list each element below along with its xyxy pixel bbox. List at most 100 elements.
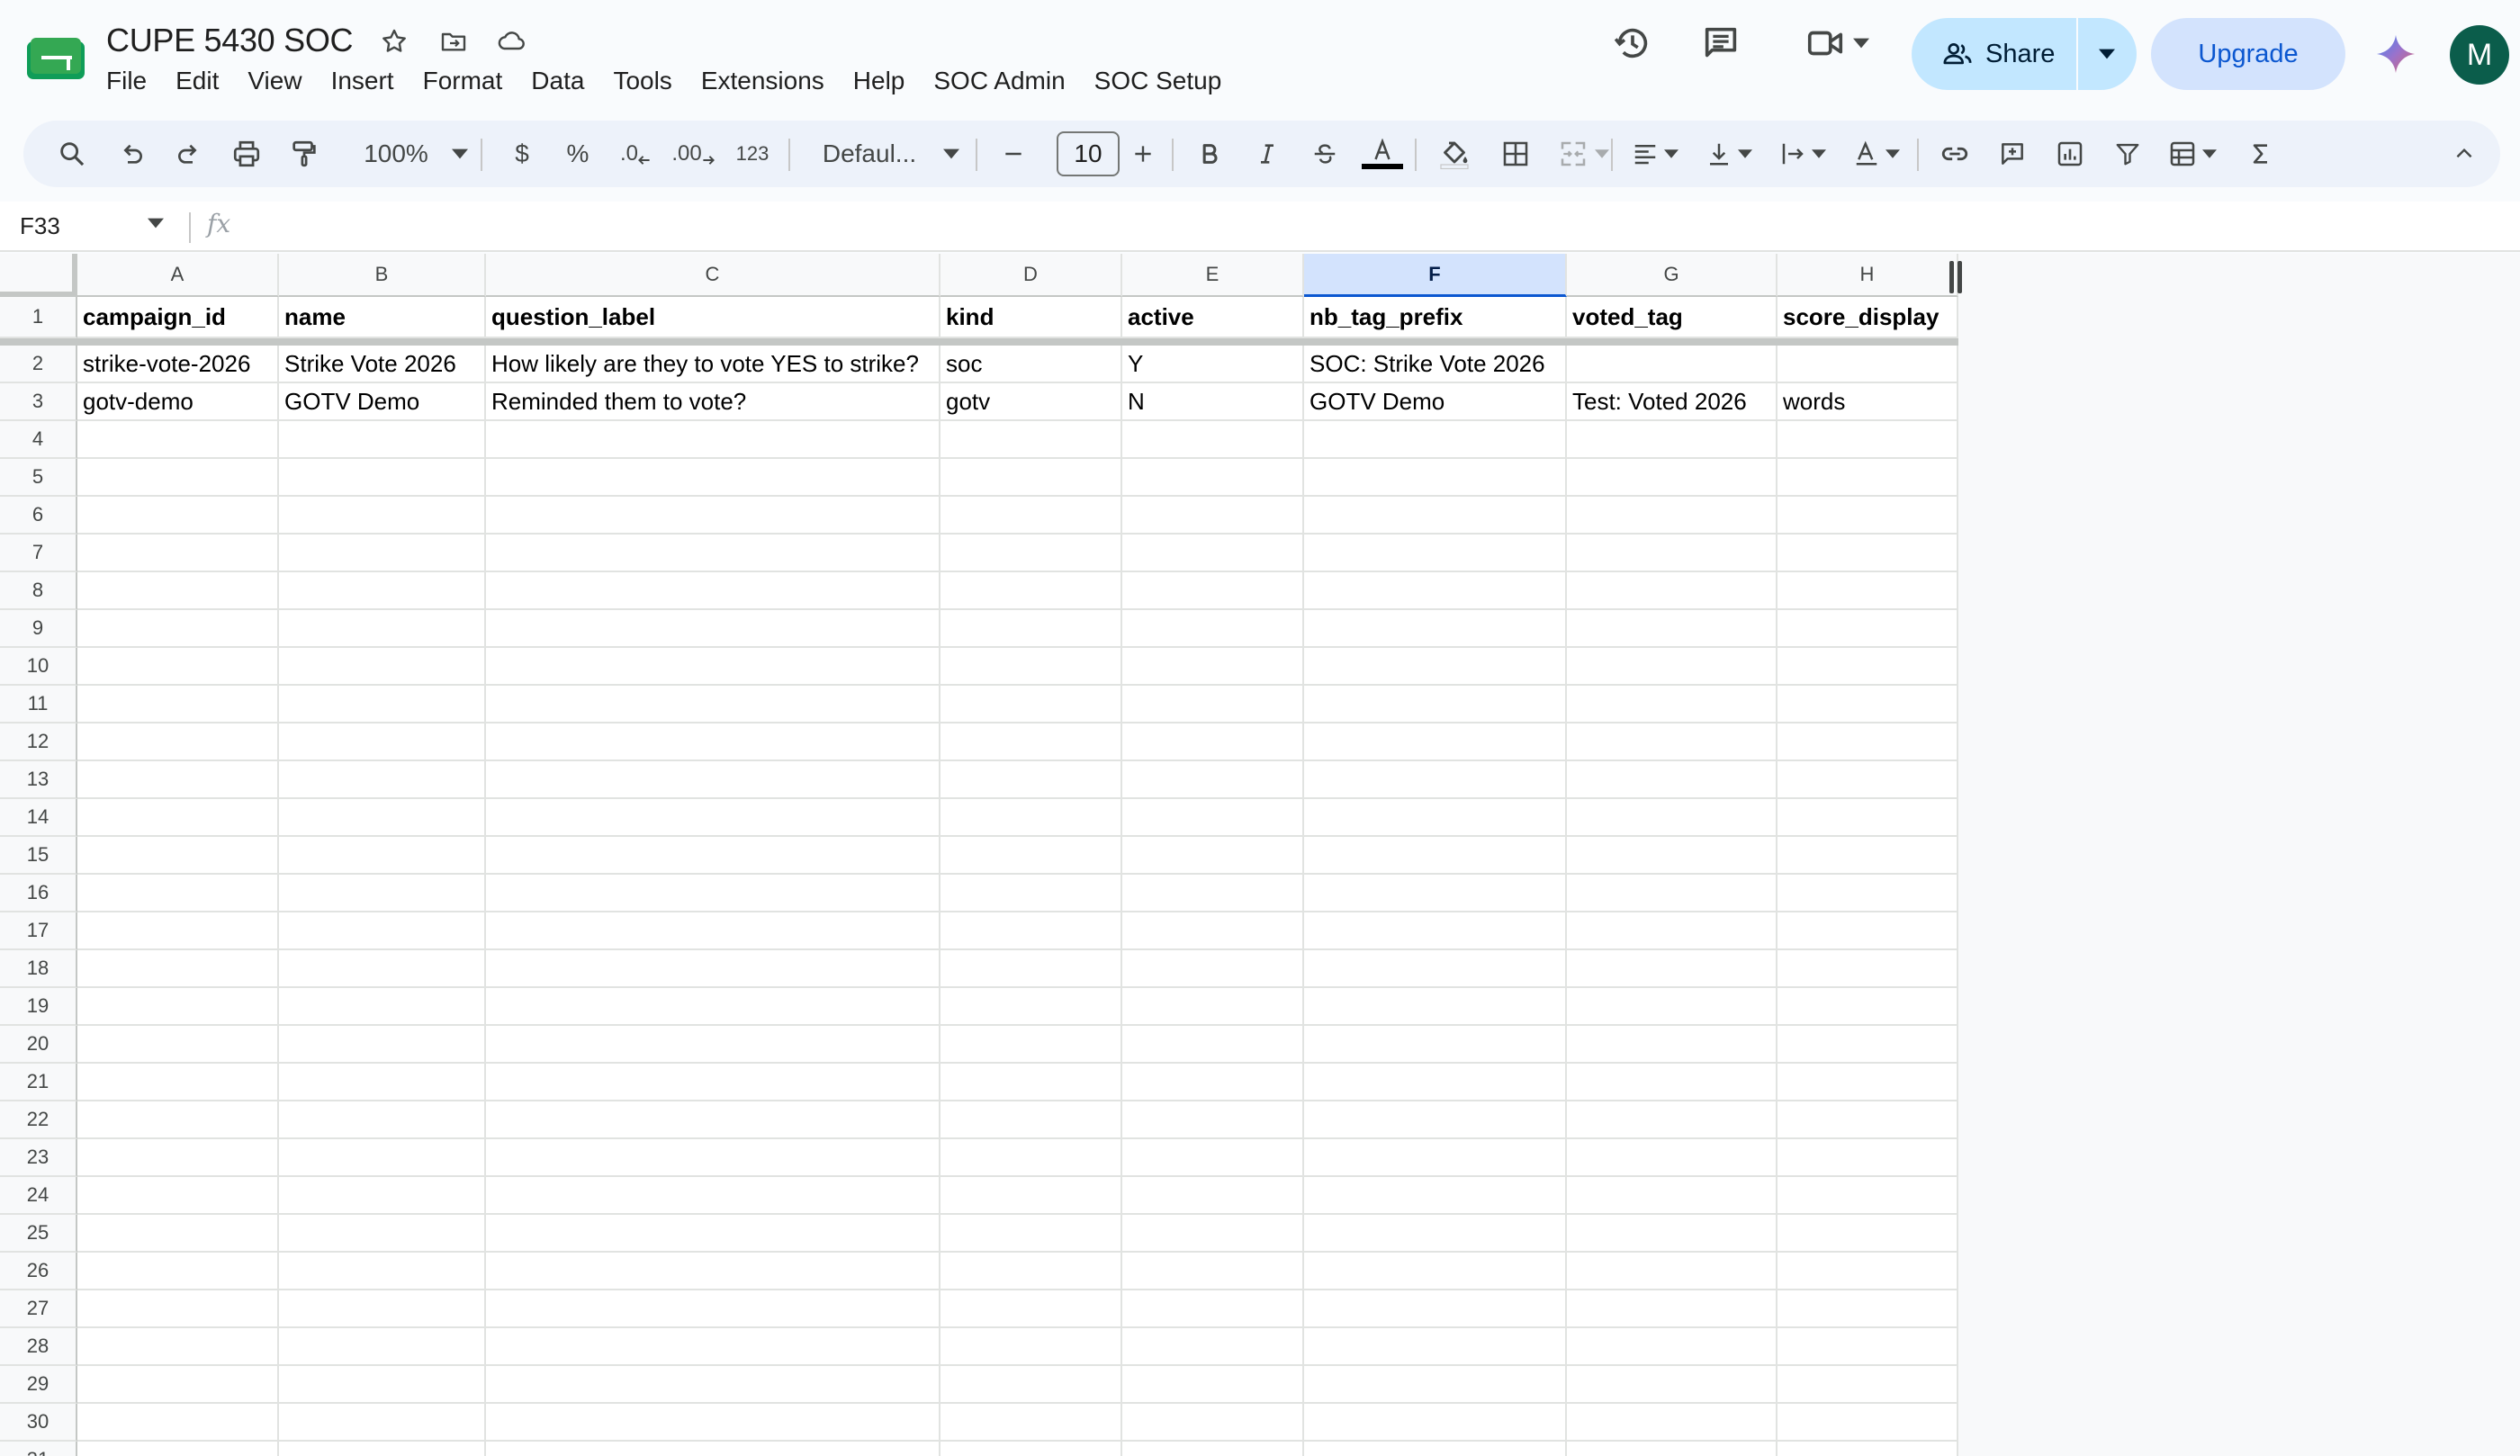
cell-h4[interactable]	[1778, 421, 1958, 459]
cell-e25[interactable]	[1122, 1215, 1304, 1253]
cell-c31[interactable]	[486, 1442, 940, 1456]
row-header-3[interactable]: 3	[0, 383, 77, 421]
cell-g2[interactable]	[1567, 346, 1778, 383]
menu-format[interactable]: Format	[409, 63, 518, 101]
cell-a1[interactable]: campaign_id	[77, 297, 279, 338]
cell-a12[interactable]	[77, 724, 279, 761]
cell-f18[interactable]	[1304, 950, 1567, 988]
cell-d1[interactable]: kind	[940, 297, 1122, 338]
cell-g8[interactable]	[1567, 572, 1778, 610]
cell-g7[interactable]	[1567, 535, 1778, 572]
cell-d16[interactable]	[940, 875, 1122, 912]
merge-cells-icon[interactable]	[1548, 128, 1620, 180]
cell-h30[interactable]	[1778, 1404, 1958, 1442]
row-header-23[interactable]: 23	[0, 1139, 77, 1177]
cell-f30[interactable]	[1304, 1404, 1567, 1442]
menu-tools[interactable]: Tools	[598, 63, 686, 101]
menu-file[interactable]: File	[92, 63, 161, 101]
cell-h13[interactable]	[1778, 761, 1958, 799]
column-header-d[interactable]: D	[940, 254, 1122, 297]
cell-b27[interactable]	[279, 1290, 486, 1328]
cell-c20[interactable]	[486, 1026, 940, 1064]
collapse-toolbar-chevron-up-icon[interactable]	[2441, 128, 2488, 180]
row-header-22[interactable]: 22	[0, 1101, 77, 1139]
cell-c1[interactable]: question_label	[486, 297, 940, 338]
cloud-saved-icon[interactable]	[493, 23, 529, 59]
cell-g31[interactable]	[1567, 1442, 1778, 1456]
vertical-align-icon[interactable]	[1697, 128, 1760, 180]
row-header-30[interactable]: 30	[0, 1404, 77, 1442]
cell-f24[interactable]	[1304, 1177, 1567, 1215]
cell-h24[interactable]	[1778, 1177, 1958, 1215]
row-header-26[interactable]: 26	[0, 1253, 77, 1290]
cell-e26[interactable]	[1122, 1253, 1304, 1290]
cell-e4[interactable]	[1122, 421, 1304, 459]
cell-b24[interactable]	[279, 1177, 486, 1215]
cell-d23[interactable]	[940, 1139, 1122, 1177]
text-rotation-icon[interactable]	[1845, 128, 1908, 180]
cell-f26[interactable]	[1304, 1253, 1567, 1290]
cell-e12[interactable]	[1122, 724, 1304, 761]
cell-g12[interactable]	[1567, 724, 1778, 761]
cell-h14[interactable]	[1778, 799, 1958, 837]
cell-h31[interactable]	[1778, 1442, 1958, 1456]
column-header-f[interactable]: F	[1304, 254, 1567, 297]
cell-g11[interactable]	[1567, 686, 1778, 724]
cell-b13[interactable]	[279, 761, 486, 799]
cell-g19[interactable]	[1567, 988, 1778, 1026]
cell-c19[interactable]	[486, 988, 940, 1026]
cell-e1[interactable]: active	[1122, 297, 1304, 338]
cell-c25[interactable]	[486, 1215, 940, 1253]
print-icon[interactable]	[223, 128, 270, 180]
cell-b14[interactable]	[279, 799, 486, 837]
cell-h11[interactable]	[1778, 686, 1958, 724]
cell-a7[interactable]	[77, 535, 279, 572]
text-color-icon[interactable]	[1357, 128, 1408, 180]
cell-b4[interactable]	[279, 421, 486, 459]
row-header-18[interactable]: 18	[0, 950, 77, 988]
cell-e17[interactable]	[1122, 912, 1304, 950]
cell-a27[interactable]	[77, 1290, 279, 1328]
row-header-10[interactable]: 10	[0, 648, 77, 686]
insert-comment-icon[interactable]	[1987, 128, 2038, 180]
cell-e31[interactable]	[1122, 1442, 1304, 1456]
cell-a20[interactable]	[77, 1026, 279, 1064]
cell-b18[interactable]	[279, 950, 486, 988]
format-currency-button[interactable]: $	[500, 128, 544, 180]
paint-format-icon[interactable]	[281, 128, 328, 180]
share-button[interactable]: Share	[1912, 18, 2137, 90]
cell-h23[interactable]	[1778, 1139, 1958, 1177]
insert-link-icon[interactable]	[1930, 128, 1980, 180]
borders-icon[interactable]	[1490, 128, 1541, 180]
cell-a24[interactable]	[77, 1177, 279, 1215]
cell-h18[interactable]	[1778, 950, 1958, 988]
cell-h29[interactable]	[1778, 1366, 1958, 1404]
cell-h17[interactable]	[1778, 912, 1958, 950]
cell-d22[interactable]	[940, 1101, 1122, 1139]
cell-f16[interactable]	[1304, 875, 1567, 912]
row-header-1[interactable]: 1	[0, 297, 77, 338]
cell-c30[interactable]	[486, 1404, 940, 1442]
cell-h1[interactable]: score_display	[1778, 297, 1958, 338]
cell-c2[interactable]: How likely are they to vote YES to strik…	[486, 346, 940, 383]
cell-b20[interactable]	[279, 1026, 486, 1064]
cell-f4[interactable]	[1304, 421, 1567, 459]
decrease-decimal-button[interactable]: .0	[612, 128, 659, 180]
cell-c22[interactable]	[486, 1101, 940, 1139]
cell-b28[interactable]	[279, 1328, 486, 1366]
share-main-button[interactable]: Share	[1912, 18, 2078, 90]
cell-d6[interactable]	[940, 497, 1122, 535]
cell-f23[interactable]	[1304, 1139, 1567, 1177]
redo-icon[interactable]	[166, 128, 212, 180]
menu-extensions[interactable]: Extensions	[687, 63, 839, 101]
row-header-5[interactable]: 5	[0, 459, 77, 497]
cell-b2[interactable]: Strike Vote 2026	[279, 346, 486, 383]
cell-f22[interactable]	[1304, 1101, 1567, 1139]
column-header-c[interactable]: C	[486, 254, 940, 297]
cell-e30[interactable]	[1122, 1404, 1304, 1442]
cell-f13[interactable]	[1304, 761, 1567, 799]
cell-a6[interactable]	[77, 497, 279, 535]
row-header-12[interactable]: 12	[0, 724, 77, 761]
cell-f7[interactable]	[1304, 535, 1567, 572]
cell-b26[interactable]	[279, 1253, 486, 1290]
